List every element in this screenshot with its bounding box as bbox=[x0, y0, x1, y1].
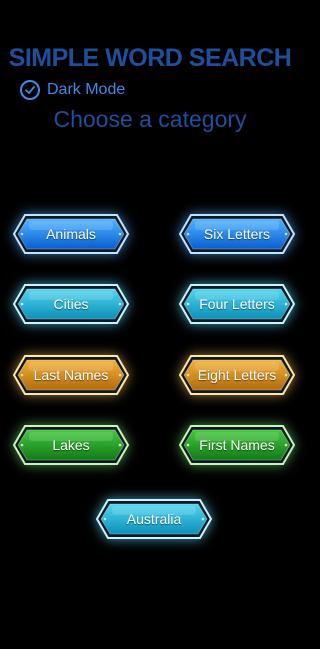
category-button-australia[interactable]: Australia bbox=[95, 499, 213, 539]
category-button-six-letters[interactable]: Six Letters bbox=[178, 214, 296, 254]
category-button-lakes[interactable]: Lakes bbox=[12, 425, 130, 465]
category-label: Cities bbox=[53, 296, 89, 312]
choose-category-heading: Choose a category bbox=[53, 106, 247, 132]
category-button-cities[interactable]: Cities bbox=[12, 284, 130, 324]
category-button-eight-letters[interactable]: Eight Letters bbox=[178, 355, 296, 395]
dark-mode-label: Dark Mode bbox=[47, 81, 126, 98]
category-button-first-names[interactable]: First Names bbox=[178, 425, 296, 465]
category-label: Australia bbox=[126, 511, 182, 527]
category-label: Last Names bbox=[33, 367, 109, 383]
category-label: Six Letters bbox=[203, 226, 271, 242]
category-label: Four Letters bbox=[199, 296, 275, 312]
category-button-four-letters[interactable]: Four Letters bbox=[178, 284, 296, 324]
dark-mode-toggle[interactable]: Dark Mode bbox=[20, 78, 125, 102]
category-label: Eight Letters bbox=[197, 367, 277, 383]
checkmark-icon bbox=[20, 80, 40, 100]
category-button-last-names[interactable]: Last Names bbox=[12, 355, 130, 395]
category-label: Lakes bbox=[52, 437, 90, 453]
category-button-animals[interactable]: Animals bbox=[12, 214, 130, 254]
category-label: Animals bbox=[46, 226, 96, 242]
category-label: First Names bbox=[199, 437, 275, 453]
app-title: SIMPLE WORD SEARCH bbox=[8, 44, 292, 72]
